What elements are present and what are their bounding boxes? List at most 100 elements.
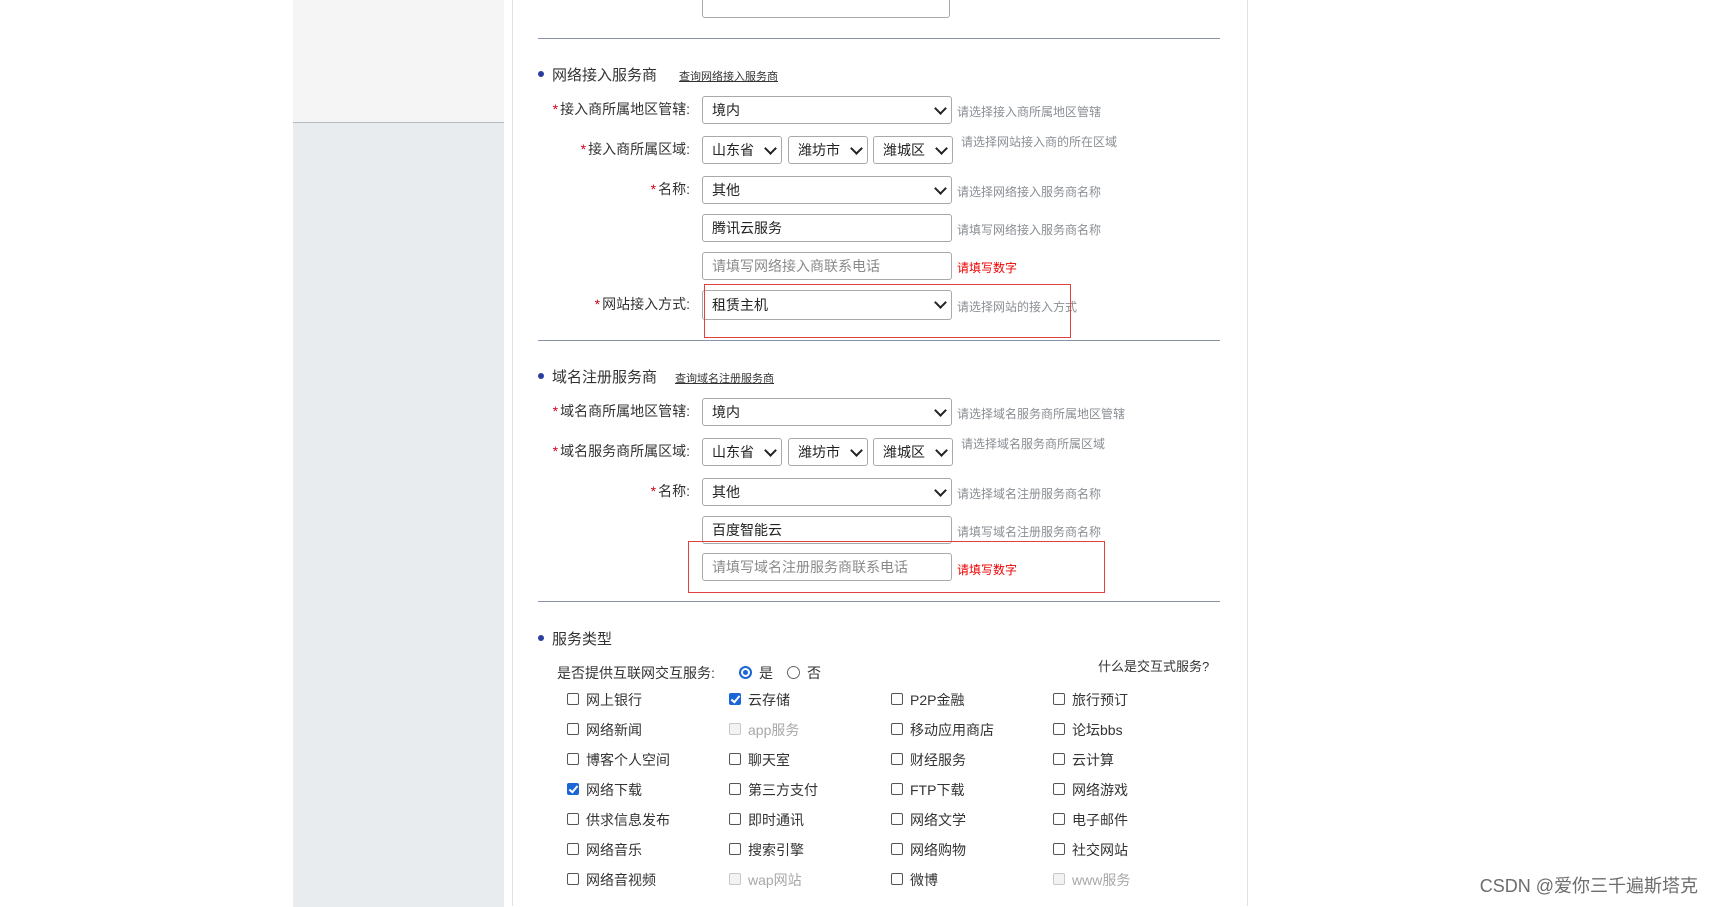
service-checkbox-label[interactable]: 即时通讯 (748, 810, 804, 830)
service-checkbox[interactable] (1053, 783, 1065, 795)
service-checkbox-label[interactable]: 旅行预订 (1072, 690, 1128, 710)
isp-area-hint: 请选择网站接入商的所在区域 (961, 135, 1118, 149)
isp-name-hint: 请选择网络接入服务商名称 (957, 185, 1102, 199)
previous-input[interactable] (702, 0, 950, 18)
service-checkbox[interactable] (567, 753, 579, 765)
domain-region-select[interactable]: 境内 (702, 398, 952, 426)
service-checkbox-label[interactable]: 网上银行 (586, 690, 642, 710)
domain-section-title-text: 域名注册服务商 (552, 369, 658, 386)
service-checkbox-label[interactable]: 电子邮件 (1072, 810, 1128, 830)
service-checkbox[interactable] (891, 723, 903, 735)
service-checkbox-label[interactable]: 云计算 (1072, 750, 1114, 770)
domain-district-select[interactable]: 潍城区 (873, 438, 953, 466)
interactive-no-radio[interactable] (787, 666, 800, 679)
service-checkbox-label: app服务 (748, 722, 800, 738)
service-checkbox-label[interactable]: 搜索引擎 (748, 840, 804, 860)
service-checkbox[interactable] (891, 873, 903, 885)
domain-name-select[interactable]: 其他 (702, 478, 952, 506)
chevron-down-icon (764, 444, 777, 457)
service-checkbox-label[interactable]: P2P金融 (910, 690, 964, 710)
isp-district-select[interactable]: 潍城区 (873, 136, 953, 164)
bullet-icon (538, 635, 544, 642)
isp-custom-name-input[interactable]: 腾讯云服务 (702, 214, 952, 242)
service-checkbox-label[interactable]: 博客个人空间 (586, 750, 670, 770)
chevron-down-icon (934, 182, 947, 195)
domain-province-select[interactable]: 山东省 (702, 438, 782, 466)
isp-query-link[interactable]: 查询网络接入服务商 (679, 68, 778, 84)
service-checkbox-label[interactable]: 财经服务 (910, 750, 966, 770)
service-checkbox[interactable] (729, 783, 741, 795)
service-checkbox[interactable] (1053, 693, 1065, 705)
isp-region-select[interactable]: 境内 (702, 96, 952, 124)
service-checkbox-label[interactable]: 网络游戏 (1072, 780, 1128, 800)
service-checkbox[interactable] (891, 693, 903, 705)
interactive-help-link[interactable]: 什么是交互式服务? (1098, 656, 1209, 675)
isp-access-label: * 网站接入方式: (594, 296, 690, 312)
service-checkbox-label[interactable]: 网络购物 (910, 840, 966, 860)
service-checkbox-label[interactable]: 社交网站 (1072, 840, 1128, 860)
service-checkbox-label: www服务 (1072, 872, 1131, 888)
domain-region-hint: 请选择域名服务商所属地区管辖 (957, 407, 1126, 421)
service-checkbox-label[interactable]: 网络文学 (910, 810, 966, 830)
domain-city-select[interactable]: 潍坊市 (788, 438, 868, 466)
service-checkbox-label[interactable]: 网络音乐 (586, 840, 642, 860)
service-checkbox-label[interactable]: 网络新闻 (586, 720, 642, 740)
chevron-down-icon (850, 142, 863, 155)
divider (538, 38, 1220, 39)
service-checkbox[interactable] (567, 873, 579, 885)
service-checkbox-label[interactable]: 供求信息发布 (586, 810, 670, 830)
divider (538, 340, 1220, 341)
service-section-title: 服务类型 (538, 628, 612, 649)
required-icon: * (650, 181, 657, 197)
chevron-down-icon (934, 102, 947, 115)
isp-region-label: * 接入商所属地区管辖: (552, 101, 690, 117)
service-checkbox-label[interactable]: 论坛bbs (1072, 720, 1123, 740)
chevron-down-icon (935, 142, 948, 155)
domain-custom-name-input[interactable]: 百度智能云 (702, 516, 952, 544)
domain-custom-name-hint: 请填写域名注册服务商名称 (957, 525, 1102, 539)
service-checkbox-label[interactable]: 网络音视频 (586, 870, 656, 890)
isp-city-select[interactable]: 潍坊市 (788, 136, 868, 164)
service-checkbox[interactable] (891, 813, 903, 825)
domain-query-link[interactable]: 查询域名注册服务商 (675, 370, 774, 386)
service-checkbox[interactable] (1053, 753, 1065, 765)
service-checkbox[interactable] (567, 813, 579, 825)
service-checkbox[interactable] (1053, 843, 1065, 855)
interactive-no-label[interactable]: 否 (807, 663, 821, 683)
service-checkbox[interactable] (567, 723, 579, 735)
service-checkbox[interactable] (891, 843, 903, 855)
isp-name-select[interactable]: 其他 (702, 176, 952, 204)
service-checkbox-label[interactable]: 网络下载 (586, 780, 642, 800)
interactive-yes-label[interactable]: 是 (759, 663, 773, 683)
service-checkbox[interactable] (1053, 813, 1065, 825)
isp-region-hint: 请选择接入商所属地区管辖 (957, 105, 1102, 119)
service-checkbox[interactable] (729, 843, 741, 855)
chevron-down-icon (935, 444, 948, 457)
required-icon: * (552, 403, 559, 419)
service-checkbox-label[interactable]: FTP下载 (910, 780, 964, 800)
divider (538, 601, 1220, 602)
service-checkbox[interactable] (729, 693, 741, 705)
service-checkbox[interactable] (729, 753, 741, 765)
required-icon: * (650, 483, 657, 499)
service-checkbox-label[interactable]: 移动应用商店 (910, 720, 994, 740)
service-checkbox[interactable] (729, 813, 741, 825)
service-checkbox[interactable] (567, 783, 579, 795)
interactive-yes-radio[interactable] (739, 666, 752, 679)
service-checkbox[interactable] (567, 843, 579, 855)
interactive-question-label: 是否提供互联网交互服务: (557, 665, 715, 681)
service-checkbox[interactable] (1053, 723, 1065, 735)
service-checkbox-label[interactable]: 第三方支付 (748, 780, 818, 800)
service-checkbox (729, 723, 741, 735)
isp-phone-input[interactable]: 请填写网络接入商联系电话 (702, 252, 952, 280)
service-checkbox-label[interactable]: 微博 (910, 870, 938, 890)
service-checkbox[interactable] (891, 753, 903, 765)
chevron-down-icon (934, 404, 947, 417)
isp-province-select[interactable]: 山东省 (702, 136, 782, 164)
service-checkbox-label[interactable]: 聊天室 (748, 750, 790, 770)
service-checkbox[interactable] (891, 783, 903, 795)
service-checkbox-label[interactable]: 云存储 (748, 690, 790, 710)
bullet-icon (538, 373, 544, 380)
sidebar-top (293, 0, 504, 122)
service-checkbox[interactable] (567, 693, 579, 705)
